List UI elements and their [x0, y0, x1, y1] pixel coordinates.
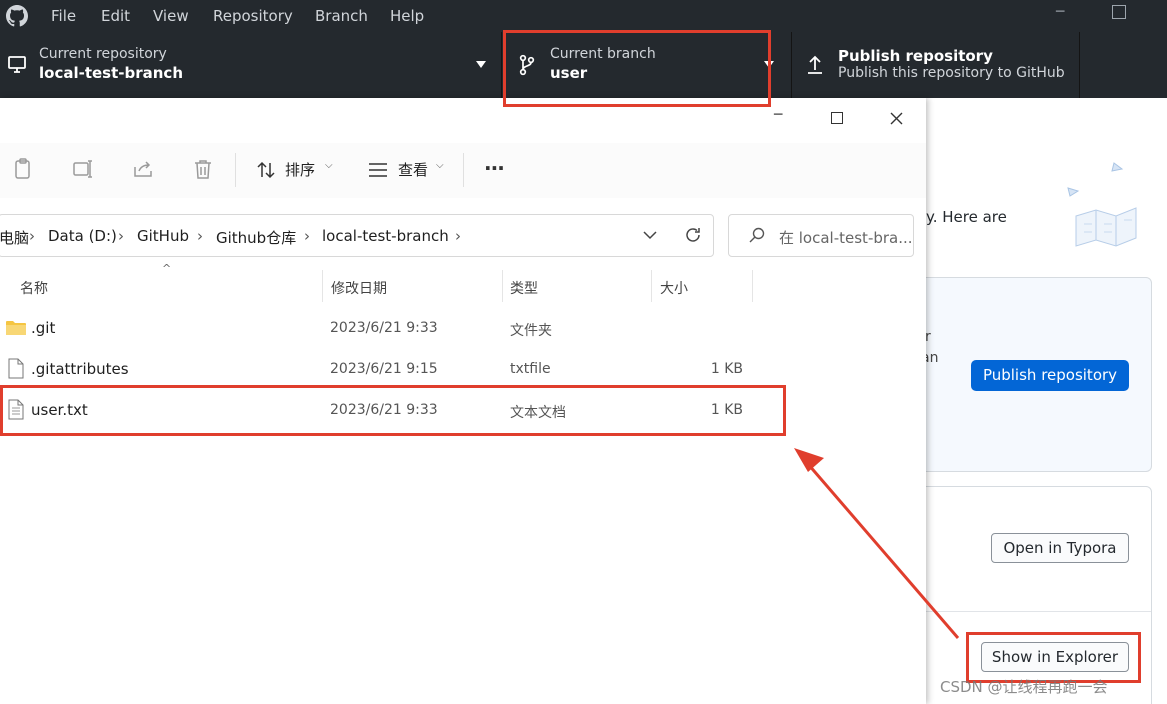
command-separator: [463, 153, 464, 187]
command-bar: 排序 ⌵ 查看 ⌵ ···: [0, 143, 926, 198]
file-type: txtfile: [510, 361, 551, 377]
view-label: 查看: [398, 161, 429, 179]
triangle-down-icon: [476, 61, 486, 68]
github-logo-icon: [6, 5, 28, 27]
maximize-icon[interactable]: [831, 112, 843, 124]
chevron-right-icon: ›: [455, 227, 461, 245]
file-row[interactable]: .gitattributes 2023/6/21 9:15 txtfile 1 …: [0, 354, 780, 386]
chevron-right-icon: ›: [118, 227, 124, 245]
chevron-down-icon: ⌵: [325, 160, 333, 171]
search-icon: [749, 227, 765, 243]
menu-view[interactable]: View: [153, 0, 189, 32]
chevron-down-icon[interactable]: [643, 231, 657, 240]
sort-button[interactable]: 排序 ⌵: [253, 143, 339, 198]
open-in-typora-button[interactable]: Open in Typora: [991, 533, 1129, 563]
column-type[interactable]: 类型: [510, 278, 538, 298]
illustration-icon: [1067, 162, 1137, 247]
column-divider[interactable]: [752, 270, 753, 302]
breadcrumb-data-drive[interactable]: Data (D:): [48, 227, 117, 245]
annotation-box-branch: [503, 30, 771, 107]
file-date: 2023/6/21 9:15: [330, 361, 438, 377]
maximize-icon[interactable]: [1112, 5, 1126, 19]
search-box[interactable]: 在 local-test-bra...: [728, 214, 914, 257]
view-list-icon: [369, 163, 387, 177]
upload-icon: [808, 55, 822, 74]
column-divider[interactable]: [502, 270, 503, 302]
menu-repository[interactable]: Repository: [213, 0, 293, 32]
chevron-right-icon: ›: [304, 227, 310, 245]
file-name: .git: [31, 319, 56, 337]
computer-icon: [8, 56, 26, 73]
publish-repository-subtitle: Publish this repository to GitHub: [838, 65, 1065, 81]
menubar: File Edit View Repository Branch Help ─: [0, 0, 1167, 32]
breadcrumb-github[interactable]: GitHub: [137, 227, 189, 245]
menu-help[interactable]: Help: [390, 0, 424, 32]
breadcrumb-this-pc[interactable]: 电脑: [0, 227, 29, 248]
sort-icon: [257, 161, 275, 179]
annotation-arrow-icon: [794, 448, 960, 639]
refresh-icon[interactable]: [684, 226, 702, 244]
paste-icon[interactable]: [11, 157, 35, 181]
publish-repository-toolbar-button[interactable]: Publish repository Publish this reposito…: [793, 32, 1080, 98]
file-name: .gitattributes: [31, 360, 129, 378]
current-repository-value: local-test-branch: [39, 64, 184, 82]
search-placeholder: 在 local-test-bra...: [779, 229, 913, 247]
address-bar[interactable]: 电脑 › Data (D:) › GitHub › Github仓库 › loc…: [0, 214, 714, 257]
watermark: CSDN @让线程再跑一会: [940, 678, 1108, 696]
column-divider[interactable]: [322, 270, 323, 302]
annotation-box-user-file: [0, 385, 786, 436]
chevron-right-icon: ›: [197, 227, 203, 245]
intro-text: y. Here are: [926, 208, 1007, 226]
file-icon: [8, 358, 24, 379]
share-icon[interactable]: [131, 157, 155, 181]
view-button[interactable]: 查看 ⌵: [366, 143, 452, 198]
sort-ascending-icon: ^: [162, 262, 172, 275]
more-options-icon[interactable]: ···: [484, 156, 505, 180]
chevron-right-icon: ›: [29, 227, 35, 245]
column-name[interactable]: 名称: [20, 278, 48, 298]
publish-repository-button[interactable]: Publish repository: [971, 360, 1129, 391]
column-size[interactable]: 大小: [660, 278, 688, 298]
column-date-modified[interactable]: 修改日期: [331, 278, 387, 298]
menu-branch[interactable]: Branch: [315, 0, 368, 32]
current-repository-label: Current repository: [39, 46, 167, 62]
current-repository-dropdown[interactable]: Current repository local-test-branch: [0, 32, 502, 98]
delete-icon[interactable]: [191, 157, 215, 181]
menu-file[interactable]: File: [51, 0, 76, 32]
rename-icon[interactable]: [71, 157, 95, 181]
command-separator: [235, 153, 236, 187]
publish-repository-title: Publish repository: [838, 47, 993, 65]
breadcrumb-github-repo[interactable]: Github仓库: [216, 227, 296, 248]
folder-icon: [6, 321, 26, 335]
close-icon[interactable]: [890, 112, 903, 125]
file-date: 2023/6/21 9:33: [330, 320, 438, 336]
menu-edit[interactable]: Edit: [101, 0, 130, 32]
chevron-down-icon: ⌵: [436, 160, 444, 171]
file-row[interactable]: .git 2023/6/21 9:33 文件夹: [0, 313, 780, 345]
sort-label: 排序: [285, 161, 316, 179]
column-divider[interactable]: [651, 270, 652, 302]
minimize-icon[interactable]: ─: [774, 107, 782, 123]
minimize-icon[interactable]: ─: [1056, 4, 1064, 20]
breadcrumb-local-test-branch[interactable]: local-test-branch: [322, 227, 449, 245]
file-size: 1 KB: [710, 361, 743, 377]
file-type: 文件夹: [510, 323, 552, 339]
